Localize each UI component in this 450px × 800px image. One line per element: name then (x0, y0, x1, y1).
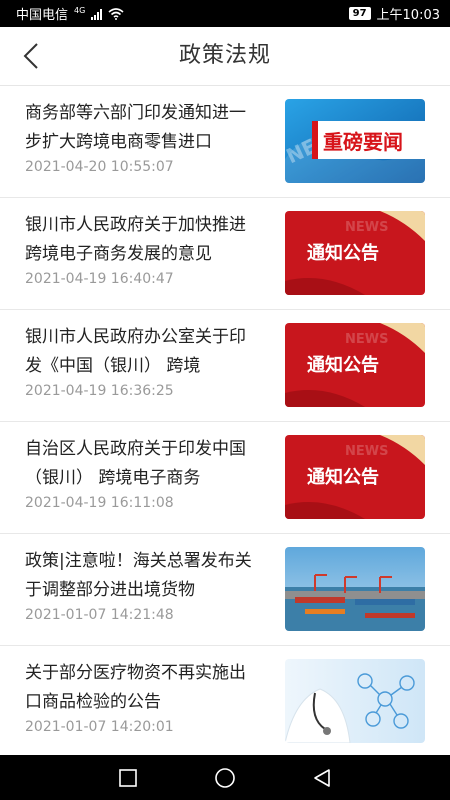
news-list: 商务部等六部门印发通知进一步扩大跨境电商零售进口 2021-04-20 10:5… (0, 86, 450, 758)
carrier-label: 中国电信 (16, 8, 69, 23)
circle-icon (215, 767, 235, 788)
square-icon (119, 768, 138, 787)
news-item[interactable]: 关于部分医疗物资不再实施出口商品检验的公告 2021-01-07 14:20:0… (0, 646, 450, 758)
svg-text:NEWS: NEWS (345, 220, 388, 235)
news-title: 关于部分医疗物资不再实施出口商品检验的公告 (25, 663, 246, 712)
news-item[interactable]: 自治区人民政府关于印发中国（银川） 跨境电子商务 2021-04-19 16:1… (0, 422, 450, 534)
news-date: 2021-04-19 16:36:25 (25, 383, 174, 399)
network-type: 4G (74, 6, 86, 15)
news-thumbnail (285, 659, 425, 743)
news-item[interactable]: 政策|注意啦！海关总署发布关于调整部分进出境货物 2021-01-07 14:2… (0, 534, 450, 646)
news-date: 2021-04-19 16:11:08 (25, 495, 174, 511)
news-date: 2021-04-19 16:40:47 (25, 271, 174, 287)
navigation-bar (0, 755, 450, 800)
thumbnail-text: 通知公告 (307, 466, 379, 488)
news-title: 银川市人民政府关于加快推进跨境电子商务发展的意见 (25, 215, 246, 264)
news-item[interactable]: 商务部等六部门印发通知进一步扩大跨境电商零售进口 2021-04-20 10:5… (0, 86, 450, 198)
news-thumbnail: NEWS 重磅要闻 (285, 99, 425, 183)
news-item[interactable]: 银川市人民政府办公室关于印发《中国（银川） 跨境 2021-04-19 16:3… (0, 310, 450, 422)
news-date: 2021-01-07 14:21:48 (25, 607, 174, 623)
page-title: 政策法规 (178, 43, 271, 68)
svg-text:NEWS: NEWS (345, 444, 388, 459)
recent-apps-button[interactable] (113, 763, 143, 793)
news-thumbnail: NEWS 通知公告 (285, 435, 425, 519)
app-header: 政策法规 (0, 27, 450, 86)
wifi-icon (108, 7, 124, 20)
news-title: 自治区人民政府关于印发中国（银川） 跨境电子商务 (25, 439, 246, 488)
news-date: 2021-01-07 14:20:01 (25, 719, 174, 735)
home-button[interactable] (210, 763, 240, 793)
news-date: 2021-04-20 10:55:07 (25, 159, 174, 175)
thumbnail-text: 通知公告 (307, 354, 379, 376)
signal-icon (91, 8, 103, 20)
news-thumbnail: NEWS 通知公告 (285, 323, 425, 407)
system-back-button[interactable] (307, 763, 337, 793)
news-title: 商务部等六部门印发通知进一步扩大跨境电商零售进口 (25, 103, 246, 152)
svg-text:NEWS: NEWS (345, 332, 388, 347)
triangle-back-icon (313, 768, 330, 787)
news-title: 银川市人民政府办公室关于印发《中国（银川） 跨境 (25, 327, 246, 376)
thumbnail-text: 重磅要闻 (323, 130, 403, 154)
status-bar: 中国电信 4G 97 上午10:03 (0, 0, 450, 27)
clock: 上午10:03 (376, 8, 440, 23)
thumbnail-text: 通知公告 (307, 242, 379, 264)
news-thumbnail: NEWS 通知公告 (285, 211, 425, 295)
news-item[interactable]: 银川市人民政府关于加快推进跨境电子商务发展的意见 2021-04-19 16:4… (0, 198, 450, 310)
battery-icon: 97 (348, 7, 371, 20)
news-title: 政策|注意啦！海关总署发布关于调整部分进出境货物 (25, 551, 252, 600)
news-thumbnail (285, 547, 425, 631)
